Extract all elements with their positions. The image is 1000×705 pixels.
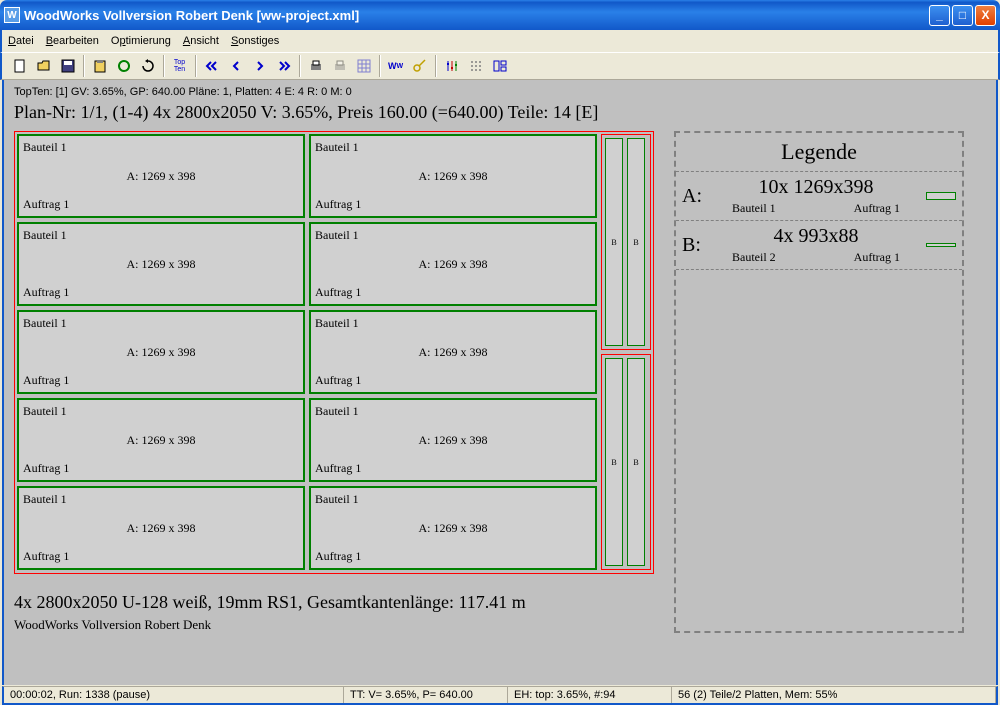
legend-title: Legende [676, 133, 962, 171]
content-area: TopTen: [1] GV: 3.65%, GP: 640.00 Pläne:… [2, 80, 998, 685]
open-button[interactable] [32, 55, 55, 77]
close-button[interactable]: X [975, 5, 996, 26]
status-time: 00:00:02, Run: 1338 (pause) [4, 687, 344, 703]
print2-button[interactable] [328, 55, 351, 77]
titlebar: W WoodWorks Vollversion Robert Denk [ww-… [0, 0, 1000, 30]
menu-bearbeiten[interactable]: Bearbeiten [46, 35, 99, 47]
plan-part-a[interactable]: Bauteil 1A: 1269 x 398Auftrag 1 [309, 222, 597, 306]
legend-swatch-b [926, 243, 956, 247]
prev-button[interactable] [224, 55, 247, 77]
plan-part-a[interactable]: Bauteil 1A: 1269 x 398Auftrag 1 [17, 134, 305, 218]
plan-area: Bauteil 1A: 1269 x 398Auftrag 1 Bauteil … [14, 131, 654, 633]
status-mem: 56 (2) Teile/2 Platten, Mem: 55% [672, 687, 996, 703]
refresh-button[interactable] [136, 55, 159, 77]
status-eh: EH: top: 3.65%, #:94 [508, 687, 672, 703]
plan-part-b[interactable]: B [627, 358, 645, 566]
first-button[interactable] [200, 55, 223, 77]
plan-sheet[interactable]: Bauteil 1A: 1269 x 398Auftrag 1 Bauteil … [14, 131, 654, 574]
window-title: WoodWorks Vollversion Robert Denk [ww-pr… [24, 8, 929, 23]
run-button[interactable] [112, 55, 135, 77]
legend-row-a[interactable]: A: 10x 1269x398 Bauteil 1Auftrag 1 [676, 171, 962, 220]
menu-datei[interactable]: Datei [8, 35, 34, 47]
menubar: Datei Bearbeiten Optimierung Ansicht Son… [0, 30, 1000, 52]
ww-button[interactable]: WW [384, 55, 407, 77]
save-button[interactable] [56, 55, 79, 77]
grid-button[interactable] [352, 55, 375, 77]
key-button[interactable] [408, 55, 431, 77]
plan-part-a[interactable]: Bauteil 1A: 1269 x 398Auftrag 1 [309, 398, 597, 482]
minimize-button[interactable]: _ [929, 5, 950, 26]
credits-line: WoodWorks Vollversion Robert Denk [14, 617, 654, 633]
plan-header: Plan-Nr: 1/1, (1-4) 4x 2800x2050 V: 3.65… [14, 102, 986, 123]
sliders-button[interactable] [440, 55, 463, 77]
plan-part-a[interactable]: Bauteil 1A: 1269 x 398Auftrag 1 [17, 486, 305, 570]
dots-button[interactable] [464, 55, 487, 77]
menu-sonstiges[interactable]: Sonstiges [231, 35, 279, 47]
next-button[interactable] [248, 55, 271, 77]
plan-part-b[interactable]: B [627, 138, 645, 346]
last-button[interactable] [272, 55, 295, 77]
legend-row-b[interactable]: B: 4x 993x88 Bauteil 2Auftrag 1 [676, 220, 962, 269]
menu-optimierung[interactable]: Optimierung [111, 35, 171, 47]
plan-part-a[interactable]: Bauteil 1A: 1269 x 398Auftrag 1 [17, 222, 305, 306]
statusbar: 00:00:02, Run: 1338 (pause) TT: V= 3.65%… [2, 686, 998, 705]
print-button[interactable] [304, 55, 327, 77]
plan-part-b[interactable]: B [605, 138, 623, 346]
legend-panel: Legende A: 10x 1269x398 Bauteil 1Auftrag… [674, 131, 964, 633]
clipboard-button[interactable] [88, 55, 111, 77]
topten-line: TopTen: [1] GV: 3.65%, GP: 640.00 Pläne:… [14, 86, 986, 98]
plan-part-a[interactable]: Bauteil 1A: 1269 x 398Auftrag 1 [309, 134, 597, 218]
plan-part-a[interactable]: Bauteil 1A: 1269 x 398Auftrag 1 [17, 310, 305, 394]
new-button[interactable] [8, 55, 31, 77]
plan-part-b[interactable]: B [605, 358, 623, 566]
topten-button[interactable]: TopTen [168, 55, 191, 77]
layout-button[interactable] [488, 55, 511, 77]
status-tt: TT: V= 3.65%, P= 640.00 [344, 687, 508, 703]
app-icon: W [4, 7, 20, 23]
legend-swatch-a [926, 192, 956, 200]
menu-ansicht[interactable]: Ansicht [183, 35, 219, 47]
plan-part-a[interactable]: Bauteil 1A: 1269 x 398Auftrag 1 [309, 310, 597, 394]
toolbar: TopTen WW [0, 52, 1000, 80]
plan-part-a[interactable]: Bauteil 1A: 1269 x 398Auftrag 1 [309, 486, 597, 570]
plan-part-a[interactable]: Bauteil 1A: 1269 x 398Auftrag 1 [17, 398, 305, 482]
maximize-button[interactable]: □ [952, 5, 973, 26]
summary-line: 4x 2800x2050 U-128 weiß, 19mm RS1, Gesam… [14, 592, 654, 613]
